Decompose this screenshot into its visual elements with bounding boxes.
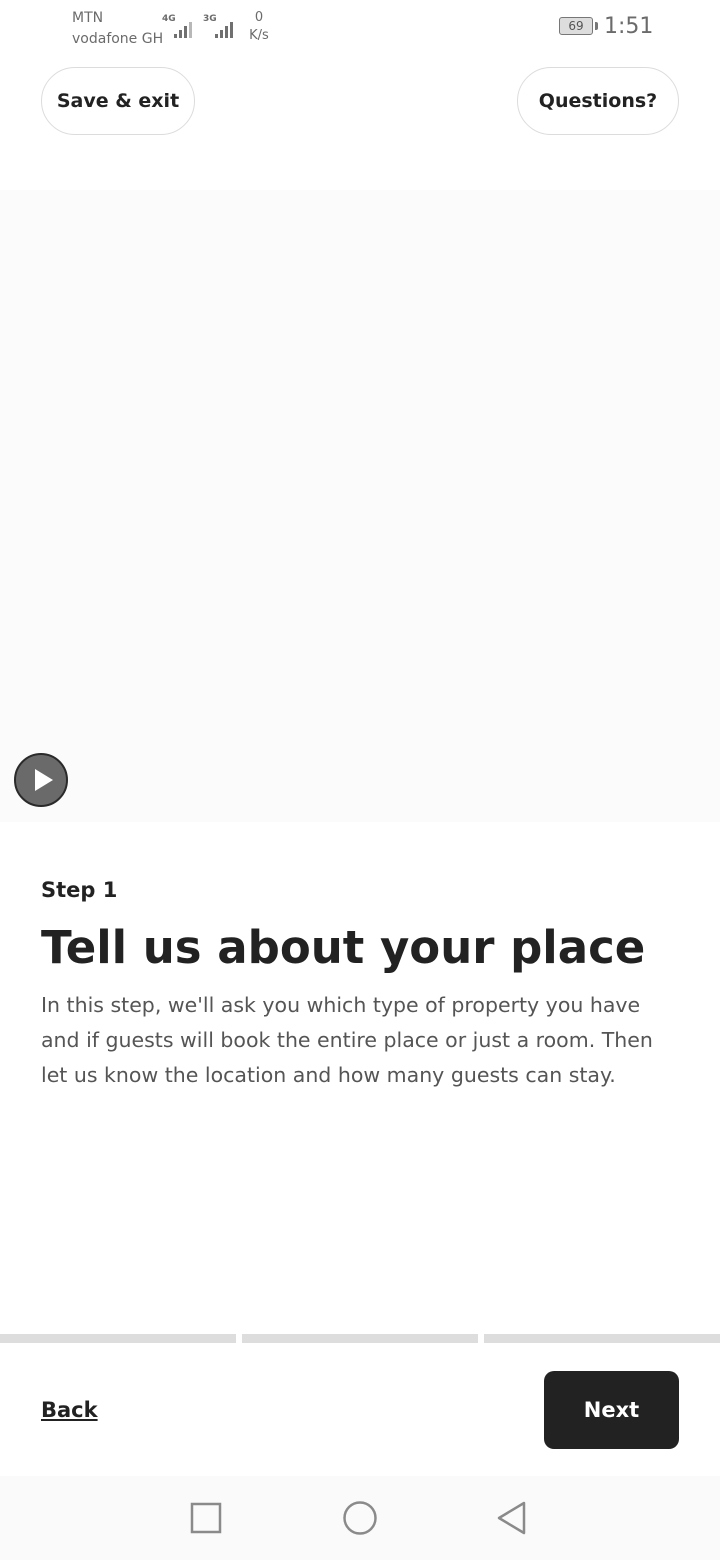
- progress-segment: [0, 1334, 236, 1343]
- status-bar: MTN vodafone GH 4G 3G 0 K/s 69 1:51: [0, 0, 720, 52]
- progress-bar: [0, 1334, 720, 1343]
- battery-nub: [595, 22, 598, 30]
- speed-value: 0: [254, 10, 264, 25]
- triangle-back-icon[interactable]: [488, 1494, 536, 1542]
- next-button[interactable]: Next: [544, 1371, 679, 1449]
- battery-level: 69: [568, 19, 584, 33]
- progress-segment: [242, 1334, 478, 1343]
- network-speed: 0 K/s: [246, 9, 272, 45]
- page-title: Tell us about your place: [41, 921, 646, 974]
- status-time: 1:51: [604, 14, 654, 39]
- play-button[interactable]: [14, 753, 68, 807]
- carrier-1: MTN: [72, 10, 104, 26]
- step-label: Step 1: [41, 878, 118, 902]
- carrier-2: vodafone GH: [72, 31, 164, 47]
- step-description: In this step, we'll ask you which type o…: [41, 993, 653, 1087]
- signal-3g-icon: 3G: [203, 14, 239, 38]
- battery-icon: 69: [559, 17, 593, 35]
- signal-4g-icon: 4G: [162, 14, 198, 38]
- progress-segment: [484, 1334, 720, 1343]
- save-exit-button[interactable]: Save & exit: [41, 67, 195, 135]
- questions-button[interactable]: Questions?: [517, 67, 679, 135]
- speed-unit: K/s: [249, 28, 269, 43]
- back-link[interactable]: Back: [41, 1394, 98, 1426]
- circle-home-icon[interactable]: [336, 1494, 384, 1542]
- play-icon: [35, 769, 53, 791]
- square-recents-icon[interactable]: [182, 1494, 230, 1542]
- system-nav-bar: [0, 1476, 720, 1560]
- carrier-names: MTN vodafone GH: [72, 8, 163, 50]
- intro-media: [0, 190, 720, 822]
